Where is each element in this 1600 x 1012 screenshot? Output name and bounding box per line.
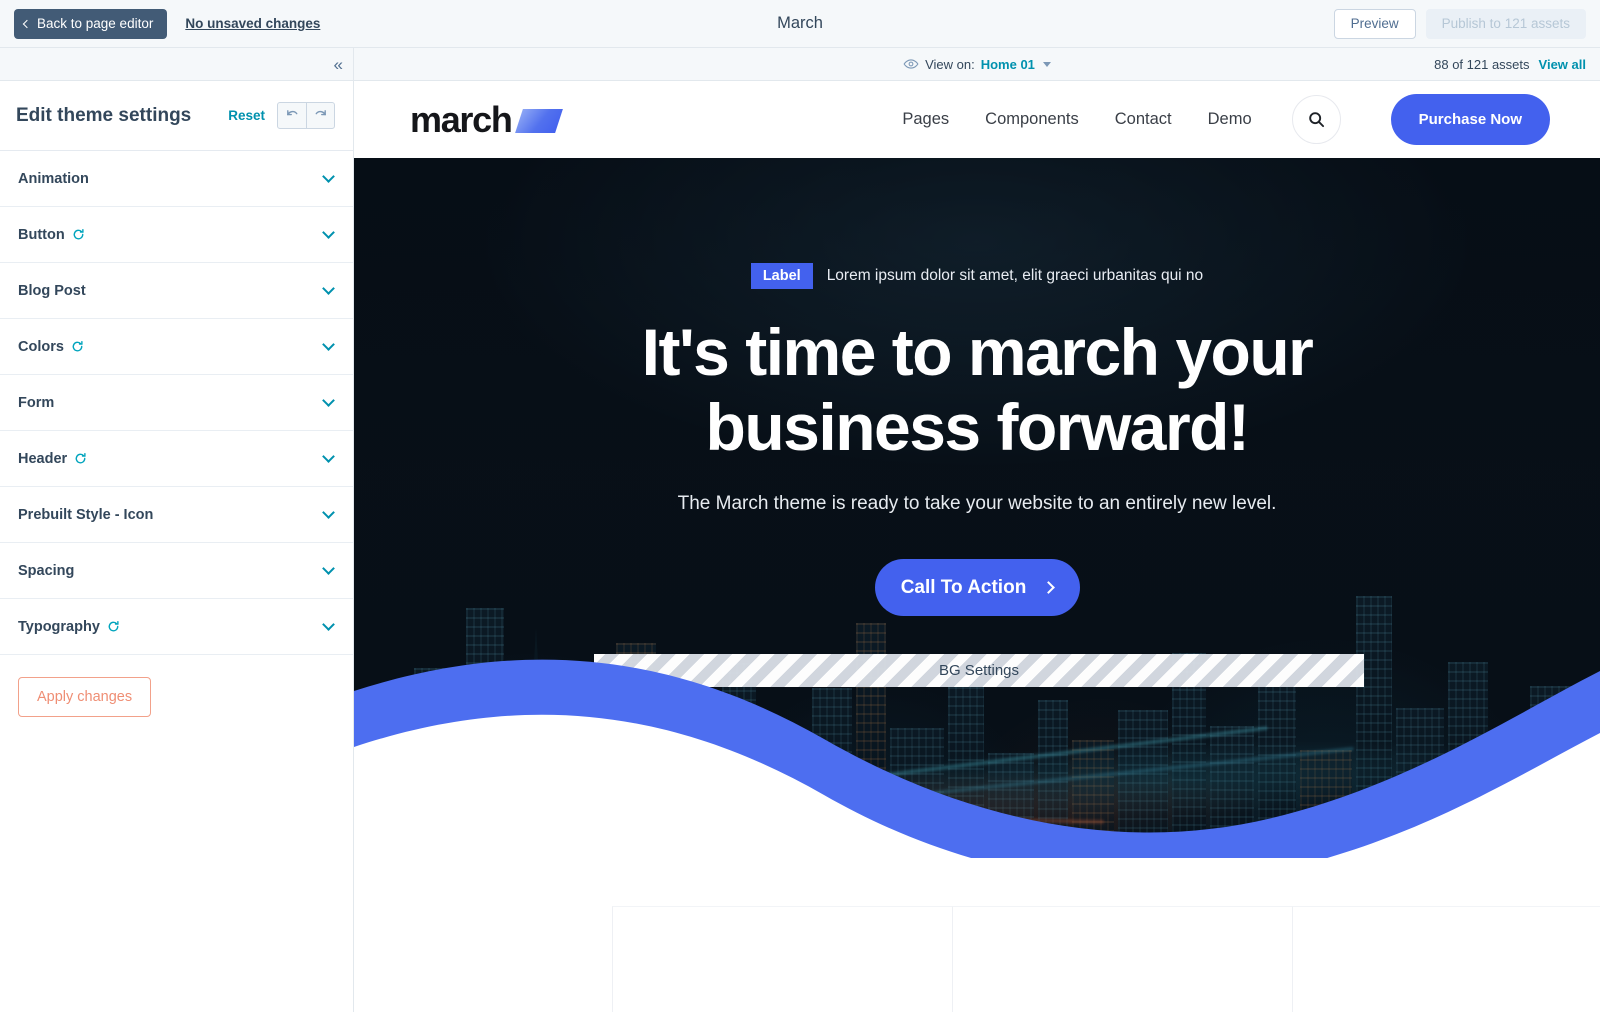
view-on-label: View on: [925, 56, 975, 72]
chevron-down-icon [322, 562, 335, 575]
hero-label-row: Label Lorem ipsum dolor sit amet, elit g… [354, 263, 1600, 289]
undo-icon[interactable] [278, 103, 306, 128]
chevron-down-icon [322, 338, 335, 351]
redo-icon[interactable] [306, 103, 334, 128]
features-strip [354, 858, 1600, 1012]
sidebar-item-animation[interactable]: Animation [0, 151, 353, 207]
sync-icon [107, 620, 120, 633]
sidebar-header: Edit theme settings Reset [0, 81, 353, 151]
sidebar-title: Edit theme settings [16, 104, 192, 126]
sidebar-item-typography[interactable]: Typography [0, 599, 353, 655]
sidebar-item-form[interactable]: Form [0, 375, 353, 431]
eye-icon [903, 56, 919, 72]
back-button-label: Back to page editor [37, 16, 154, 31]
hero-wave-divider [354, 659, 1600, 858]
chevron-down-icon [322, 450, 335, 463]
chevron-right-icon [1042, 581, 1056, 595]
sync-icon [72, 228, 85, 241]
hero-subheading: The March theme is ready to take your we… [677, 493, 1277, 515]
chevron-left-icon [22, 19, 32, 28]
sidebar-item-spacing[interactable]: Spacing [0, 543, 353, 599]
sidebar-collapse-bar: « [0, 48, 353, 81]
feature-cards-row [612, 906, 1600, 1012]
feature-card[interactable] [612, 906, 952, 1012]
purchase-now-button[interactable]: Purchase Now [1390, 94, 1550, 145]
sidebar-item-label: Header [18, 450, 68, 467]
sidebar-item-colors[interactable]: Colors [0, 319, 353, 375]
view-on-selector[interactable]: View on: Home 01 [354, 56, 1600, 72]
site-header: march Pages Components Contact Demo Purc… [354, 81, 1600, 158]
preview-button[interactable]: Preview [1333, 8, 1416, 39]
chevron-down-icon [322, 618, 335, 631]
preview-toolbar: View on: Home 01 88 of 121 assets View a… [354, 48, 1600, 81]
sync-icon [74, 452, 87, 465]
view-all-link[interactable]: View all [1539, 57, 1586, 72]
theme-settings-list: Animation Button Blog Post Colors Form H… [0, 151, 353, 655]
view-on-value[interactable]: Home 01 [981, 57, 1035, 72]
feature-card[interactable] [1292, 906, 1600, 1012]
app-bar-actions: Preview Publish to 121 assets [1333, 8, 1586, 39]
nav-item-demo[interactable]: Demo [1208, 110, 1252, 129]
search-icon[interactable] [1291, 95, 1341, 144]
sidebar-item-label: Spacing [18, 562, 75, 579]
sidebar-item-label: Form [18, 394, 55, 411]
cta-label: Call To Action [900, 576, 1027, 598]
assets-info: 88 of 121 assets View all [1434, 57, 1586, 72]
undo-redo-group [277, 102, 335, 129]
sidebar-item-prebuilt-style-icon[interactable]: Prebuilt Style - Icon [0, 487, 353, 543]
theme-settings-sidebar: « Edit theme settings Reset Animation Bu… [0, 48, 354, 1012]
sidebar-item-label: Animation [18, 170, 89, 187]
reset-link[interactable]: Reset [228, 108, 265, 123]
site-nav: Pages Components Contact Demo Purchase N… [902, 94, 1550, 145]
chevron-down-icon [322, 170, 335, 183]
chevron-down-icon[interactable] [1042, 61, 1051, 67]
nav-item-pages[interactable]: Pages [902, 110, 949, 129]
chevron-down-icon [322, 506, 335, 519]
sidebar-item-label: Blog Post [18, 282, 86, 299]
assets-count-label: 88 of 121 assets [1434, 56, 1530, 72]
hero-content: Label Lorem ipsum dolor sit amet, elit g… [354, 158, 1600, 617]
site-preview-pane: View on: Home 01 88 of 121 assets View a… [354, 48, 1600, 1012]
site-logo-text: march [410, 98, 513, 140]
sidebar-item-label: Button [18, 226, 65, 243]
chevron-down-icon [322, 282, 335, 295]
hero-badge-text: Lorem ipsum dolor sit amet, elit graeci … [826, 267, 1204, 284]
apply-changes-button[interactable]: Apply changes [18, 677, 152, 717]
call-to-action-button[interactable]: Call To Action [874, 559, 1080, 617]
collapse-sidebar-icon[interactable]: « [334, 56, 344, 73]
logo-mark-icon [514, 109, 563, 133]
hero-section: Label Lorem ipsum dolor sit amet, elit g… [354, 158, 1600, 858]
site-logo[interactable]: march [410, 98, 563, 140]
back-to-page-editor-button[interactable]: Back to page editor [14, 8, 168, 39]
hero-badge: Label [750, 263, 813, 289]
feature-card[interactable] [952, 906, 1292, 1012]
sidebar-item-label: Typography [18, 618, 100, 635]
sidebar-item-header[interactable]: Header [0, 431, 353, 487]
apply-changes-wrapper: Apply changes [0, 655, 353, 717]
sidebar-item-label: Colors [18, 338, 64, 355]
chevron-down-icon [322, 226, 335, 239]
sidebar-item-button[interactable]: Button [0, 207, 353, 263]
sidebar-item-label: Prebuilt Style - Icon [18, 506, 154, 523]
publish-button[interactable]: Publish to 121 assets [1425, 8, 1586, 39]
unsaved-changes-status[interactable]: No unsaved changes [185, 16, 320, 31]
chevron-down-icon [322, 394, 335, 407]
sync-icon [71, 340, 84, 353]
nav-item-components[interactable]: Components [985, 110, 1079, 129]
nav-item-contact[interactable]: Contact [1115, 110, 1172, 129]
hero-heading: It's time to march your business forward… [641, 315, 1314, 465]
app-top-bar: Back to page editor No unsaved changes M… [0, 0, 1600, 48]
sidebar-item-blog-post[interactable]: Blog Post [0, 263, 353, 319]
